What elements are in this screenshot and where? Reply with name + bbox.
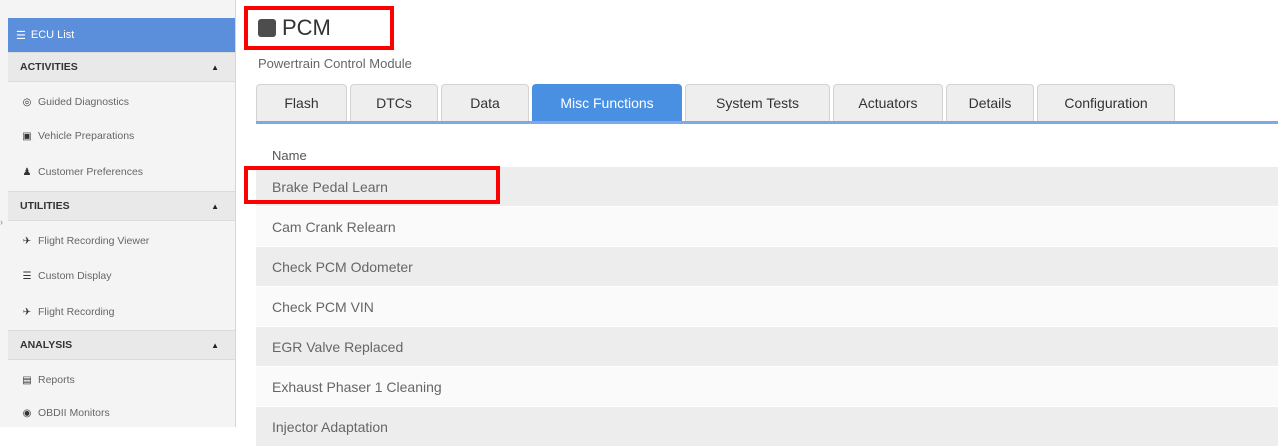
user-prefs-icon: ♟: [22, 166, 32, 178]
plane-icon: ✈: [22, 306, 32, 318]
sidebar-item-obdii-monitors[interactable]: ◉ OBDII Monitors: [8, 396, 235, 430]
tab-actuators[interactable]: Actuators: [833, 84, 943, 121]
sidebar: ☰ ECU List ACTIVITIES ▲ ◎ Guided Diagnos…: [0, 0, 236, 427]
functions-table: Brake Pedal Learn Cam Crank Relearn Chec…: [256, 167, 1278, 447]
tab-flash[interactable]: Flash: [256, 84, 347, 121]
car-icon: ▣: [22, 130, 32, 142]
tab-misc-functions[interactable]: Misc Functions: [532, 84, 682, 121]
sidebar-item-vehicle-preparations[interactable]: ▣ Vehicle Preparations: [8, 119, 235, 153]
list-icon: ☰: [16, 29, 26, 42]
sidebar-item-reports[interactable]: ▤ Reports: [8, 363, 235, 397]
sidebar-item-custom-display[interactable]: ☰ Custom Display: [8, 259, 235, 293]
page-title: PCM: [244, 6, 394, 50]
table-row[interactable]: Injector Adaptation: [256, 407, 1278, 447]
sidebar-item-customer-preferences[interactable]: ♟ Customer Preferences: [8, 155, 235, 189]
list-lines-icon: ☰: [22, 270, 32, 282]
collapse-icon[interactable]: ▲: [211, 63, 219, 72]
main-panel: PCM Powertrain Control Module Flash DTCs…: [236, 0, 1278, 447]
table-row[interactable]: Check PCM VIN: [256, 287, 1278, 327]
gauge-icon: ◉: [22, 407, 32, 419]
table-row[interactable]: Cam Crank Relearn: [256, 207, 1278, 247]
target-icon: ◎: [22, 96, 32, 108]
report-icon: ▤: [22, 374, 32, 386]
collapse-handle-icon[interactable]: ›: [0, 217, 3, 227]
sidebar-item-flight-recording-viewer[interactable]: ✈ Flight Recording Viewer: [8, 224, 235, 258]
section-header-activities[interactable]: ACTIVITIES ▲: [8, 52, 235, 82]
table-row[interactable]: Brake Pedal Learn: [256, 167, 1278, 207]
section-header-utilities[interactable]: UTILITIES ▲: [8, 191, 235, 221]
sidebar-item-flight-recording[interactable]: ✈ Flight Recording: [8, 295, 235, 329]
tab-dtcs[interactable]: DTCs: [350, 84, 438, 121]
sidebar-item-ecu-list[interactable]: ☰ ECU List: [8, 18, 235, 52]
module-icon: [258, 19, 276, 37]
tab-bar: Flash DTCs Data Misc Functions System Te…: [256, 84, 1178, 121]
sidebar-item-label: ECU List: [30, 29, 75, 41]
tab-divider: [256, 121, 1278, 124]
collapse-icon[interactable]: ▲: [211, 341, 219, 350]
tab-configuration[interactable]: Configuration: [1037, 84, 1175, 121]
module-subtitle: Powertrain Control Module: [258, 56, 412, 71]
table-row[interactable]: Check PCM Odometer: [256, 247, 1278, 287]
module-title: PCM: [282, 15, 331, 40]
tab-system-tests[interactable]: System Tests: [685, 84, 830, 121]
table-row[interactable]: Exhaust Phaser 1 Cleaning: [256, 367, 1278, 407]
collapse-icon[interactable]: ▲: [211, 202, 219, 211]
sidebar-item-guided-diagnostics[interactable]: ◎ Guided Diagnostics: [8, 85, 235, 119]
tab-details[interactable]: Details: [946, 84, 1034, 121]
tab-data[interactable]: Data: [441, 84, 529, 121]
column-header-name[interactable]: Name: [272, 148, 307, 163]
table-row[interactable]: EGR Valve Replaced: [256, 327, 1278, 367]
section-header-analysis[interactable]: ANALYSIS ▲: [8, 330, 235, 360]
plane-icon: ✈: [22, 235, 32, 247]
